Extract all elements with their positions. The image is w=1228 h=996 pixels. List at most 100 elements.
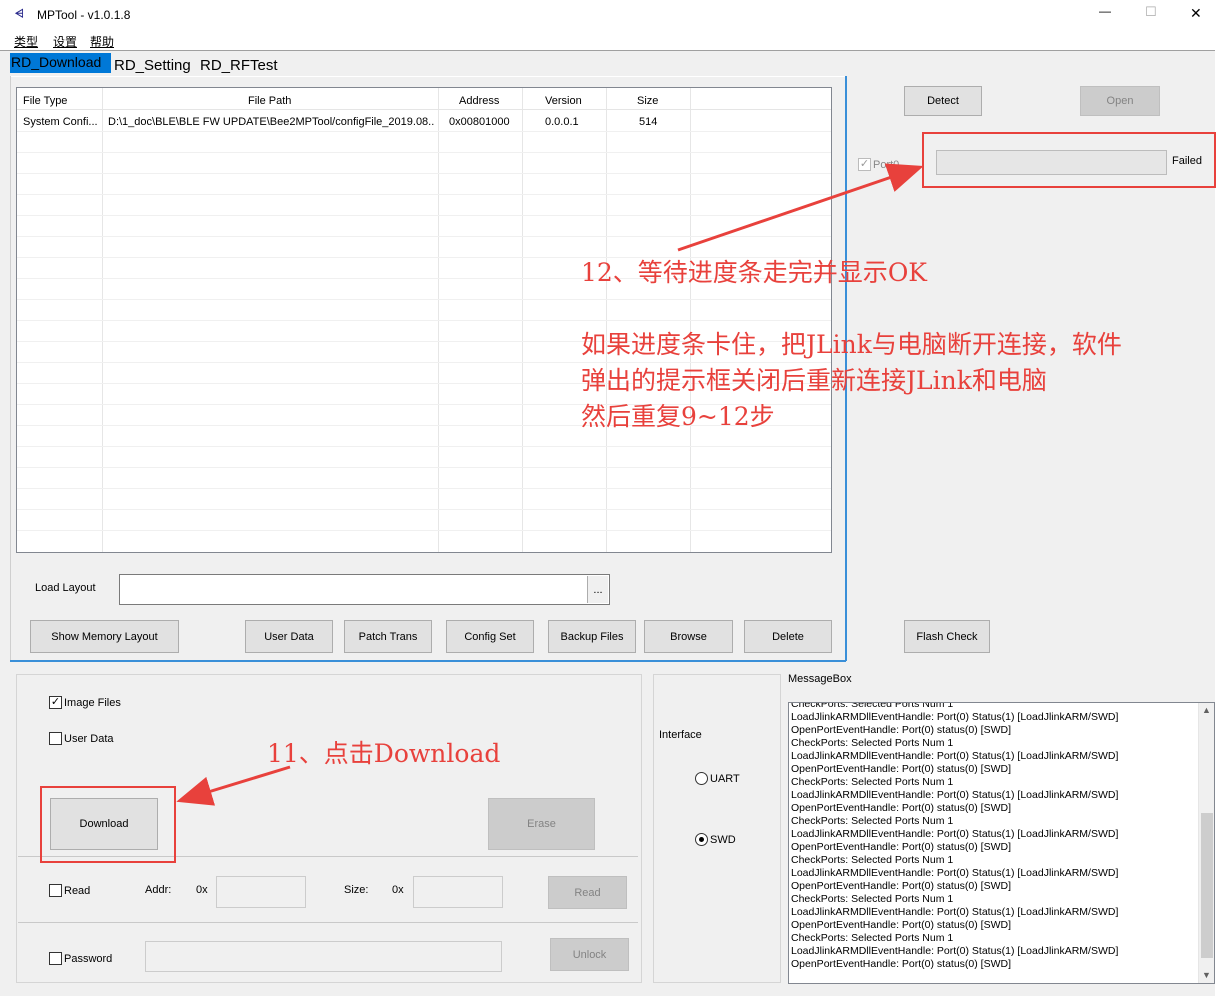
- window-right-edge: [1215, 30, 1228, 996]
- message-line: CheckPorts: Selected Ports Num 1: [791, 932, 954, 944]
- message-line: LoadJlinkARMDllEventHandle: Port(0) Stat…: [791, 711, 1119, 723]
- read-button[interactable]: Read: [548, 876, 627, 909]
- table-cell-file-path: D:\1_doc\BLE\BLE FW UPDATE\Bee2MPTool/co…: [108, 116, 435, 128]
- user-data-label: User Data: [64, 733, 114, 745]
- size-label: Size:: [344, 884, 369, 896]
- message-box[interactable]: CheckPorts: Selected Ports Num 1 LoadJlin…: [788, 702, 1215, 984]
- message-box-label: MessageBox: [788, 673, 852, 685]
- load-layout-label: Load Layout: [35, 582, 96, 594]
- addr-input[interactable]: [216, 876, 306, 908]
- minimize-button[interactable]: —: [1099, 4, 1111, 18]
- table-row-divider: [17, 488, 831, 489]
- close-button[interactable]: ✕: [1190, 5, 1202, 22]
- addr-label: Addr:: [145, 884, 172, 896]
- erase-button[interactable]: Erase: [488, 798, 595, 850]
- message-line: OpenPortEventHandle: Port(0) status(0) […: [791, 958, 1012, 970]
- scrollbar-thumb[interactable]: [1201, 813, 1213, 958]
- interface-group: [653, 674, 781, 983]
- bottom-divider: [10, 660, 846, 662]
- size-prefix: 0x: [392, 884, 404, 896]
- user-data-checkbox[interactable]: [49, 732, 62, 745]
- table-row-divider: [17, 215, 831, 216]
- table-cell-file-type: System Confi...: [23, 116, 98, 128]
- message-line: LoadJlinkARMDllEventHandle: Port(0) Stat…: [791, 750, 1119, 762]
- flash-check-button[interactable]: Flash Check: [904, 620, 990, 653]
- message-line: LoadJlinkARMDllEventHandle: Port(0) Stat…: [791, 828, 1119, 840]
- scroll-up-icon[interactable]: ▲: [1202, 705, 1211, 715]
- load-layout-browse-button[interactable]: ...: [587, 576, 608, 603]
- open-button[interactable]: Open: [1080, 86, 1160, 116]
- password-checkbox[interactable]: [49, 952, 62, 965]
- table-header-version[interactable]: Version: [545, 95, 582, 107]
- image-files-checkbox[interactable]: ✓: [49, 696, 62, 709]
- message-line: LoadJlinkARMDllEventHandle: Port(0) Stat…: [791, 789, 1119, 801]
- tab-label: RD_Download: [11, 54, 102, 70]
- table-header-file-path[interactable]: File Path: [248, 95, 291, 107]
- table-row-divider: [17, 236, 831, 237]
- step12-note-line3: 然后重复9~12步: [581, 402, 775, 431]
- read-checkbox[interactable]: [49, 884, 62, 897]
- vertical-separator-left: [10, 76, 11, 661]
- uart-radio[interactable]: [695, 772, 708, 785]
- message-line: OpenPortEventHandle: Port(0) status(0) […: [791, 841, 1012, 853]
- user-data-button[interactable]: User Data: [245, 620, 333, 653]
- tab-rd-rftest[interactable]: RD_RFTest: [200, 57, 290, 77]
- message-line: CheckPorts: Selected Ports Num 1: [791, 893, 954, 905]
- show-memory-layout-button[interactable]: Show Memory Layout: [30, 620, 179, 653]
- password-input[interactable]: [145, 941, 502, 972]
- app-logo-icon: ⩤: [15, 8, 24, 20]
- swd-radio[interactable]: [695, 833, 708, 846]
- table-cell-size: 514: [639, 116, 658, 128]
- backup-files-button[interactable]: Backup Files: [548, 620, 636, 653]
- table-row-divider: [17, 467, 831, 468]
- message-line: OpenPortEventHandle: Port(0) status(0) […: [791, 880, 1012, 892]
- size-input[interactable]: [413, 876, 503, 908]
- menu-item-help[interactable]: 帮助: [90, 33, 114, 50]
- message-line: CheckPorts: Selected Ports Num 1: [791, 776, 954, 788]
- message-line: CheckPorts: Selected Ports Num 1: [791, 737, 954, 749]
- tab-label: RD_Setting: [114, 57, 191, 74]
- table-cell-version: 0.0.0.1: [545, 116, 579, 128]
- group-divider: [18, 922, 638, 923]
- delete-button[interactable]: Delete: [744, 620, 832, 653]
- step11-annotation: 11、点击Download: [267, 739, 501, 768]
- table-header-file-type[interactable]: File Type: [23, 95, 67, 107]
- port0-checkbox[interactable]: ✓: [858, 158, 871, 171]
- interface-label: Interface: [659, 729, 702, 741]
- message-line: OpenPortEventHandle: Port(0) status(0) […: [791, 724, 1012, 736]
- table-header-address[interactable]: Address: [459, 95, 499, 107]
- download-highlight-box: [40, 786, 176, 863]
- load-layout-input[interactable]: ...: [119, 574, 610, 605]
- message-box-lines: CheckPorts: Selected Ports Num 1 LoadJlin…: [791, 703, 1119, 971]
- tab-rd-download[interactable]: RD_Download: [10, 53, 111, 73]
- message-box-scrollbar[interactable]: ▲ ▼: [1198, 703, 1214, 983]
- scroll-down-icon[interactable]: ▼: [1202, 970, 1211, 980]
- addr-prefix: 0x: [196, 884, 208, 896]
- swd-label: SWD: [710, 834, 736, 846]
- maximize-button[interactable]: ☐: [1145, 4, 1157, 20]
- browse-button[interactable]: Browse: [644, 620, 733, 653]
- patch-trans-button[interactable]: Patch Trans: [344, 620, 432, 653]
- menu-item-settings[interactable]: 设置: [53, 33, 77, 50]
- menu-item-type[interactable]: 类型: [14, 33, 38, 50]
- unlock-button[interactable]: Unlock: [550, 938, 629, 971]
- message-line: CheckPorts: Selected Ports Num 1: [791, 854, 954, 866]
- table-row-divider: [17, 320, 831, 321]
- table-row-divider: [17, 173, 831, 174]
- message-line: OpenPortEventHandle: Port(0) status(0) […: [791, 763, 1012, 775]
- table-header-size[interactable]: Size: [637, 95, 658, 107]
- tab-rd-setting[interactable]: RD_Setting: [114, 57, 198, 77]
- uart-label: UART: [710, 773, 740, 785]
- port-status-highlight-box: [922, 132, 1216, 188]
- swd-radio-dot: [699, 837, 704, 842]
- table-row-divider: [17, 152, 831, 153]
- table-row-divider: [17, 530, 831, 531]
- table-row-divider: [17, 194, 831, 195]
- tab-label: RD_RFTest: [200, 57, 278, 74]
- detect-button[interactable]: Detect: [904, 86, 982, 116]
- message-line: LoadJlinkARMDllEventHandle: Port(0) Stat…: [791, 906, 1119, 918]
- config-set-button[interactable]: Config Set: [446, 620, 534, 653]
- image-files-label: Image Files: [64, 697, 121, 709]
- message-line: CheckPorts: Selected Ports Num 1: [791, 815, 954, 827]
- table-row-divider: [17, 509, 831, 510]
